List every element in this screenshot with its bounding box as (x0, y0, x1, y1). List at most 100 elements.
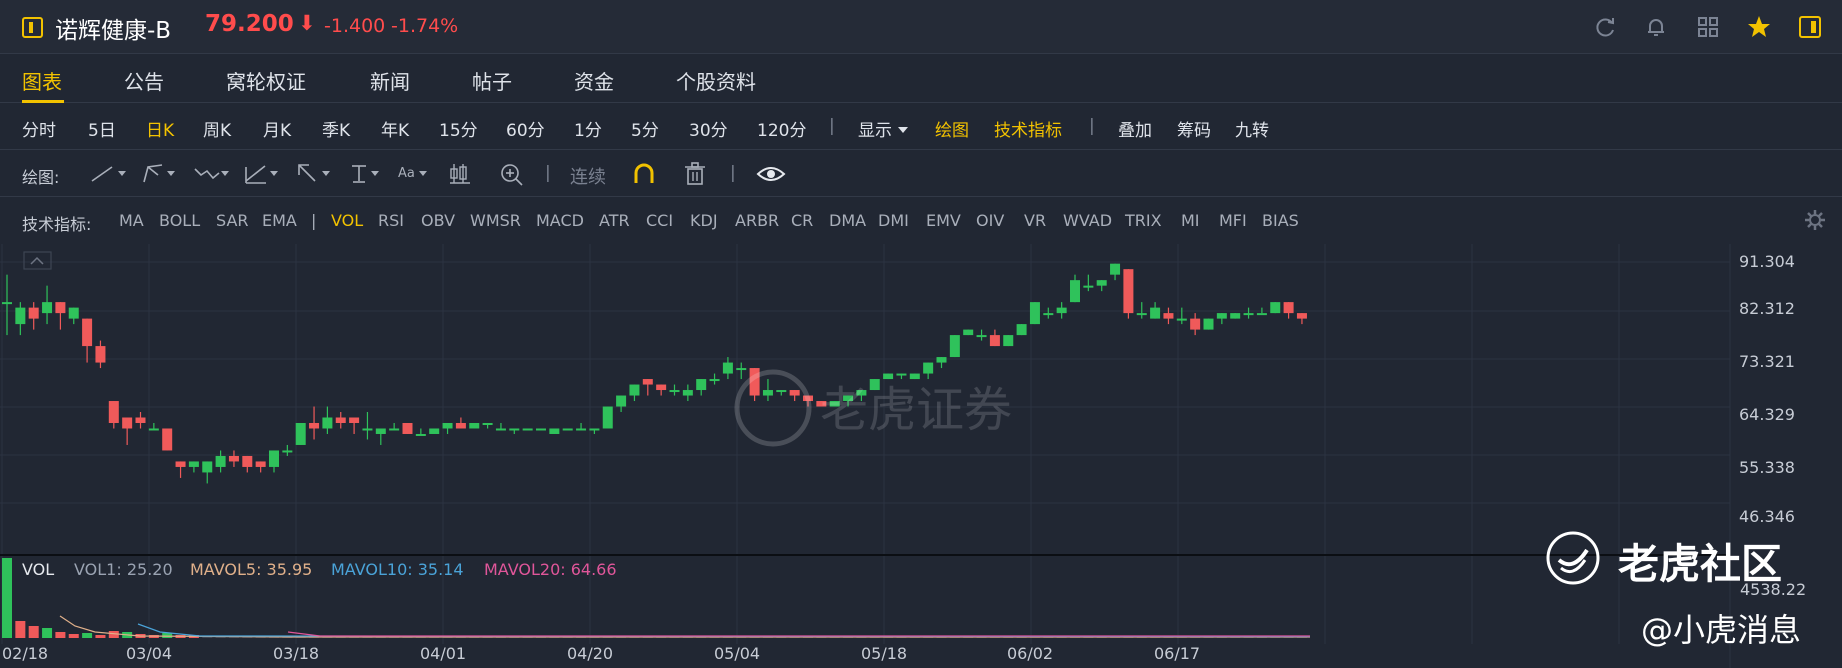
x-tick: 06/17 (1154, 644, 1201, 663)
candle-body (135, 417, 146, 423)
indicator-kdj[interactable]: KDJ (690, 211, 718, 230)
volume-bar (82, 633, 93, 638)
indicator-bias[interactable]: BIAS (1262, 211, 1299, 230)
indicator-cr[interactable]: CR (791, 211, 813, 230)
trash-icon[interactable] (682, 161, 708, 187)
candle-body (682, 390, 693, 396)
continuous-toggle[interactable]: 连续 (570, 163, 606, 189)
indicator-ma[interactable]: MA (119, 211, 144, 230)
period-15m[interactable]: 15分 (439, 116, 478, 141)
magnet-icon[interactable] (631, 161, 657, 187)
settings-gear-icon[interactable] (1804, 209, 1826, 231)
panel-icon[interactable] (1797, 14, 1823, 40)
indicator-macd[interactable]: MACD (536, 211, 584, 230)
candle-body (536, 428, 546, 431)
chips-button[interactable]: 筹码 (1177, 116, 1211, 141)
indicator-mfi[interactable]: MFI (1219, 211, 1247, 230)
period-intraday[interactable]: 分时 (22, 116, 56, 141)
tab-announcements[interactable]: 公告 (124, 66, 164, 95)
candle-body (1136, 313, 1147, 316)
line-tool-icon[interactable] (88, 161, 148, 187)
eye-icon[interactable] (756, 161, 786, 187)
indicator-rsi[interactable]: RSI (378, 211, 404, 230)
indicator-emv[interactable]: EMV (926, 211, 961, 230)
period-yearly[interactable]: 年K (381, 116, 409, 141)
tab-news[interactable]: 新闻 (370, 66, 410, 95)
price-chart[interactable] (0, 244, 1842, 668)
indicator-wmsr[interactable]: WMSR (470, 211, 521, 230)
price-change: -1.400 (324, 15, 386, 37)
indicator-trix[interactable]: TRIX (1125, 211, 1162, 230)
indicator-boll[interactable]: BOLL (159, 211, 200, 230)
y-tick: 91.304 (1739, 252, 1795, 271)
draw-toggle[interactable]: 绘图 (935, 116, 969, 141)
candle-body (442, 422, 453, 429)
period-5m[interactable]: 5分 (631, 116, 659, 141)
tab-posts[interactable]: 帖子 (472, 66, 512, 95)
zoom-icon[interactable] (498, 161, 528, 187)
tab-chart[interactable]: 图表 (22, 66, 62, 95)
indicator-ema[interactable]: EMA (262, 211, 297, 230)
candle-body (295, 422, 306, 445)
period-quarterly[interactable]: 季K (322, 116, 350, 141)
refresh-icon[interactable] (1592, 14, 1618, 40)
drawing-toolbar: 绘图: Aa | 连续 | (0, 151, 1842, 197)
active-tab-underline (22, 100, 64, 103)
candle-body (1043, 313, 1054, 316)
indicator-mi[interactable]: MI (1181, 211, 1200, 230)
y-tick: 46.346 (1739, 507, 1795, 526)
indicator-cci[interactable]: CCI (646, 211, 673, 230)
period-120m[interactable]: 120分 (757, 116, 806, 141)
candle-body (95, 346, 106, 363)
indicator-dmi[interactable]: DMI (878, 211, 909, 230)
candle-body (1150, 307, 1161, 319)
font-tool[interactable]: Aa (398, 166, 415, 181)
arrow-tool-icon[interactable] (295, 161, 355, 187)
period-daily[interactable]: 日K (146, 116, 174, 141)
candle-tool-icon[interactable] (448, 161, 478, 187)
period-60m[interactable]: 60分 (506, 116, 545, 141)
candle-body (1190, 318, 1201, 330)
candle-body (309, 422, 320, 429)
candle-body (1003, 335, 1014, 347)
drawing-label: 绘图: (22, 168, 60, 187)
period-monthly[interactable]: 月K (263, 116, 291, 141)
bell-icon[interactable] (1643, 14, 1669, 40)
indicator-vr[interactable]: VR (1024, 211, 1046, 230)
candle-body (282, 450, 293, 453)
center-watermark: 老虎证券 (820, 382, 1013, 438)
grid-icon[interactable] (1695, 14, 1721, 40)
tech-indicators-toggle[interactable]: 技术指标 (994, 116, 1062, 141)
period-weekly[interactable]: 周K (203, 116, 231, 141)
tab-profile[interactable]: 个股资料 (676, 66, 756, 95)
nine-turn-button[interactable]: 九转 (1235, 116, 1269, 141)
candle-body (1243, 313, 1254, 316)
period-1m[interactable]: 1分 (574, 116, 602, 141)
indicator-sar[interactable]: SAR (216, 211, 249, 230)
y-tick: 73.321 (1739, 352, 1795, 371)
candle-body (28, 307, 39, 319)
y-tick: 64.329 (1739, 405, 1795, 424)
period-5d[interactable]: 5日 (88, 116, 116, 141)
x-tick: 04/01 (420, 644, 467, 663)
indicator-vol[interactable]: VOL (331, 211, 363, 230)
indicator-dma[interactable]: DMA (829, 211, 866, 230)
overlay-button[interactable]: 叠加 (1118, 116, 1152, 141)
candle-body (255, 461, 266, 467)
indicator-arbr[interactable]: ARBR (735, 211, 779, 230)
indicator-obv[interactable]: OBV (421, 211, 455, 230)
community-watermark: 老虎社区 (1618, 540, 1782, 588)
fib-tool-icon[interactable] (243, 161, 303, 187)
collapse-toggle-icon[interactable] (23, 251, 52, 270)
tab-capital[interactable]: 资金 (574, 66, 614, 95)
indicator-oiv[interactable]: OIV (976, 211, 1004, 230)
indicator-wvad[interactable]: WVAD (1063, 211, 1112, 230)
display-dropdown[interactable]: 显示 (858, 116, 892, 141)
indicator-atr[interactable]: ATR (599, 211, 630, 230)
tab-warrants[interactable]: 窝轮权证 (226, 66, 306, 95)
mavol20-legend: MAVOL20: 64.66 (484, 560, 617, 579)
period-30m[interactable]: 30分 (689, 116, 728, 141)
polyline-tool-icon[interactable] (140, 161, 200, 187)
star-icon[interactable] (1746, 14, 1772, 40)
candle-body (495, 428, 506, 431)
